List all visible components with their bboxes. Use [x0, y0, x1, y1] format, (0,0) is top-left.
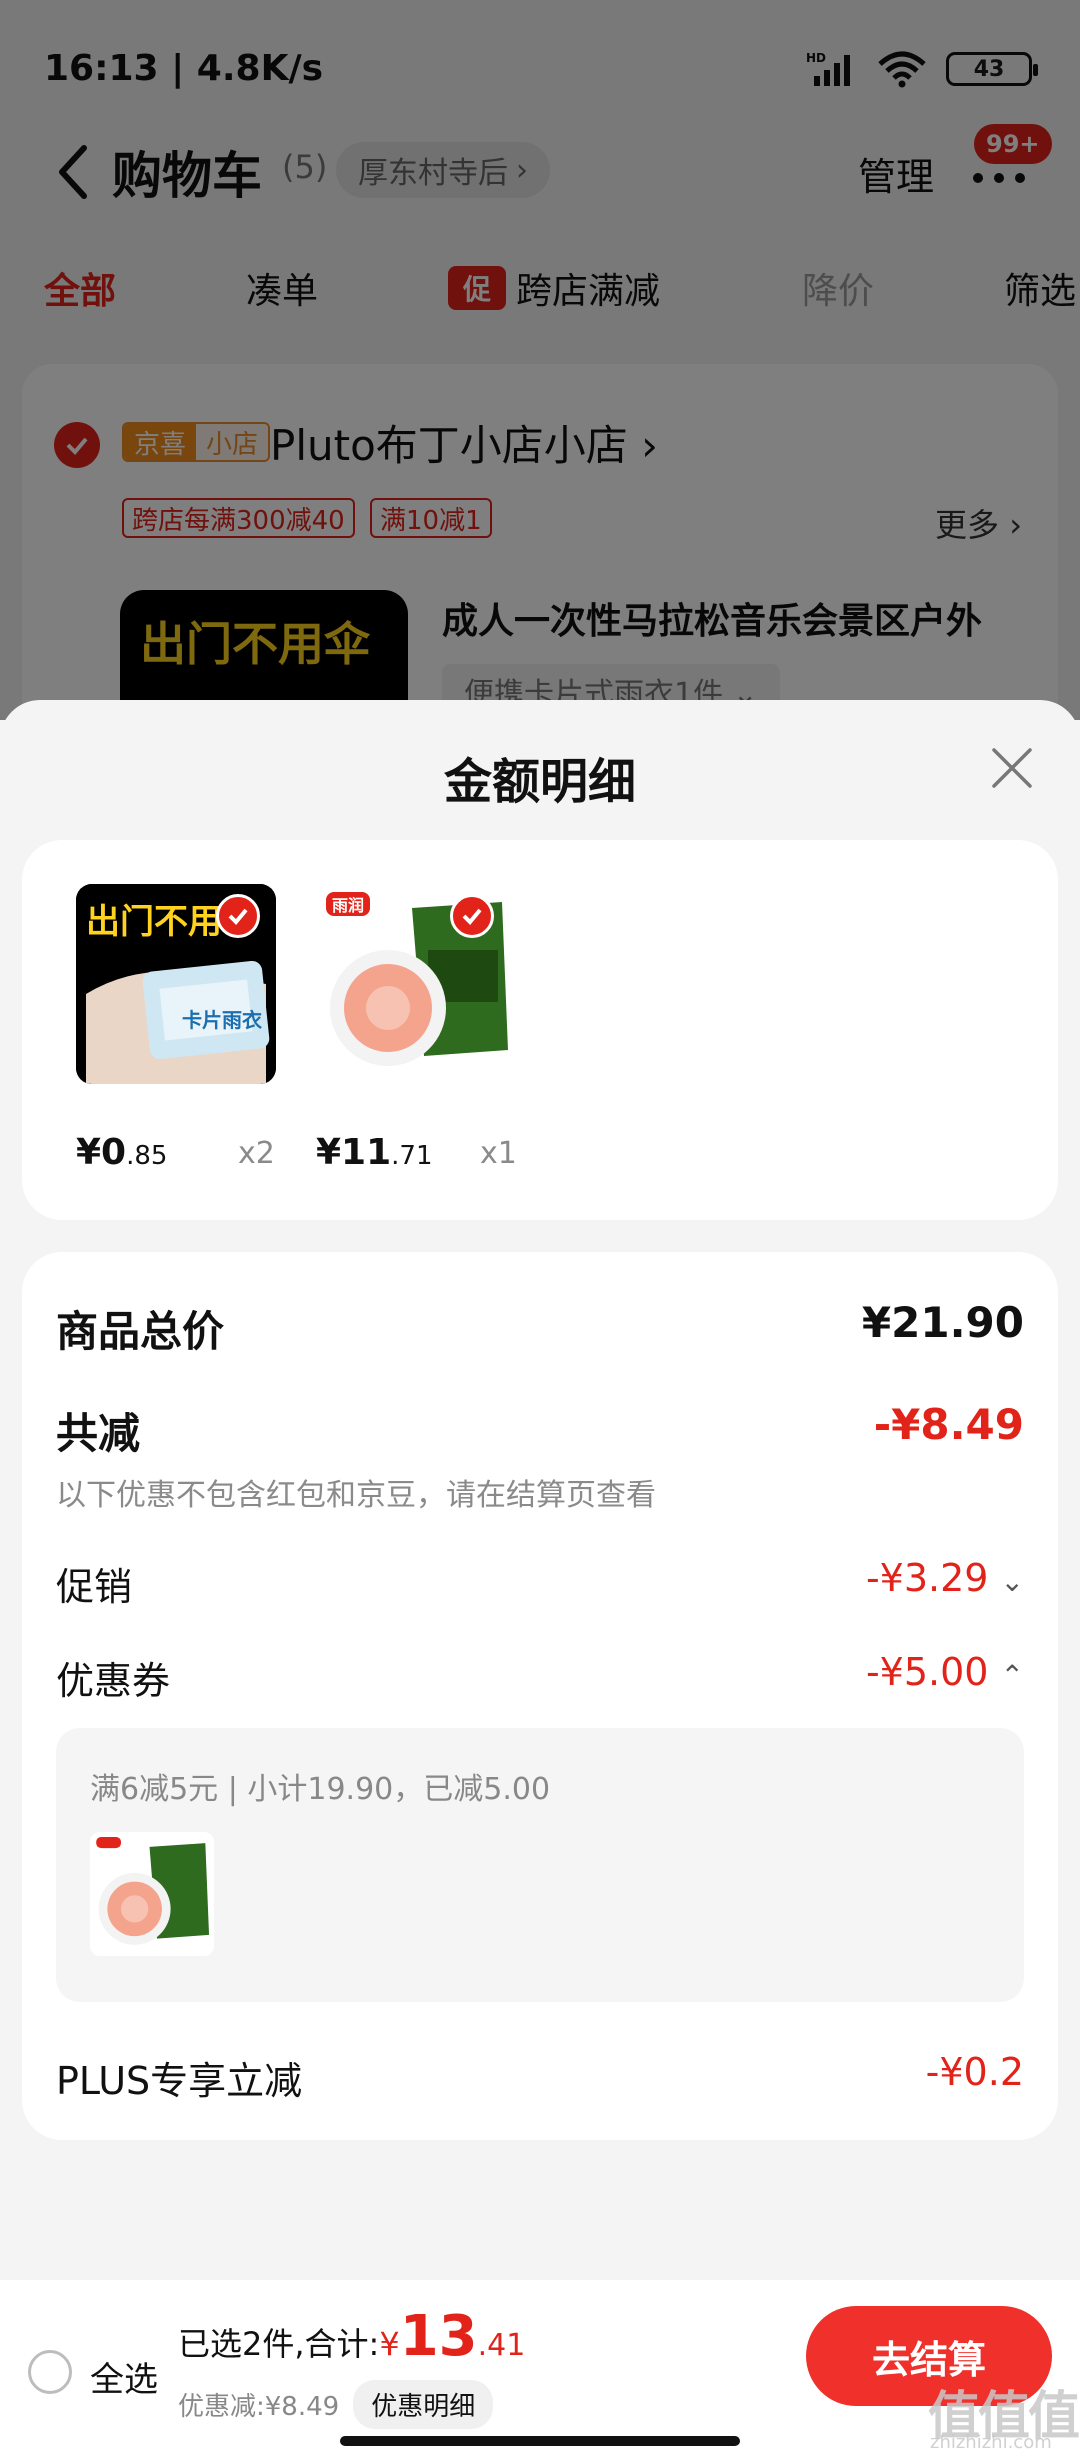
sum-currency: ¥: [379, 2325, 400, 2363]
item-qty: x1: [480, 1136, 517, 1171]
select-all-label[interactable]: 全选: [90, 2352, 158, 2401]
discount-line: 优惠减:¥8.49 优惠明细: [178, 2380, 494, 2429]
coupon-item-thumb[interactable]: [90, 1832, 214, 1956]
select-all-radio[interactable]: [28, 2350, 72, 2394]
promo-value: -¥3.29: [865, 1556, 989, 1600]
price-dec: .85: [126, 1141, 168, 1171]
discount-note: 以下优惠不包含红包和京豆，请在结算页查看: [56, 1478, 656, 1513]
home-indicator[interactable]: [340, 2436, 740, 2446]
coupon-label: 优惠券: [56, 1659, 171, 1703]
amount-detail-sheet: 金额明细 出门不用伞 卡片雨衣 ¥0.85 x2 雨润 ¥11.71 x1 商品…: [0, 700, 1080, 2460]
promo-row-toggle[interactable]: -¥3.29 ⌄: [866, 1556, 1024, 1600]
item-price: ¥0.85: [76, 1132, 167, 1173]
watermark-url: zhizhizhi.com: [930, 2432, 1052, 2453]
item-check-icon[interactable]: [450, 894, 494, 938]
total-summary: 已选2件,合计:¥13.41: [178, 2304, 525, 2369]
total-label: 商品总价: [56, 1307, 225, 1356]
discount-label: 共减: [56, 1409, 141, 1458]
discount-value: -¥8.49: [873, 1400, 1024, 1449]
discount-summary: 优惠减:¥8.49: [178, 2392, 340, 2422]
plus-label: PLUS专享立减: [56, 2059, 303, 2103]
item-qty: x2: [238, 1136, 275, 1171]
price-breakdown-card: 商品总价 ¥21.90 共减 -¥8.49 以下优惠不包含红包和京豆，请在结算页…: [22, 1252, 1058, 2140]
chevron-up-icon: ⌃: [1000, 1659, 1024, 1692]
discount-detail-button[interactable]: 优惠明细: [353, 2380, 494, 2429]
sheet-title: 金额明细: [443, 754, 636, 810]
coupon-detail-box: 满6减5元 | 小计19.90，已减5.00: [56, 1728, 1024, 2002]
close-icon[interactable]: [990, 746, 1034, 790]
coupon-row-toggle[interactable]: -¥5.00 ⌃: [866, 1650, 1024, 1694]
summary-prefix: 已选2件,合计:: [178, 2325, 380, 2363]
promo-label: 促销: [56, 1565, 133, 1609]
item-brand-text: 雨润: [326, 892, 371, 916]
sum-dec: .41: [477, 2328, 526, 2363]
total-value: ¥21.90: [861, 1298, 1024, 1347]
selected-items-card: 出门不用伞 卡片雨衣 ¥0.85 x2 雨润 ¥11.71 x1: [22, 840, 1058, 1220]
chevron-down-icon: ⌄: [1000, 1565, 1024, 1598]
coupon-value: -¥5.00: [865, 1650, 989, 1694]
price-int: ¥0: [76, 1132, 127, 1173]
price-dec: .71: [391, 1141, 433, 1171]
item-pack-text: 卡片雨衣: [182, 1008, 262, 1032]
item-check-icon[interactable]: [216, 894, 260, 938]
plus-value: -¥0.2: [925, 2050, 1024, 2094]
sum-int: 13: [399, 2304, 478, 2369]
price-int: ¥11: [316, 1132, 392, 1173]
coupon-detail-text: 满6减5元 | 小计19.90，已减5.00: [90, 1772, 551, 1807]
modal-scrim[interactable]: [0, 0, 1080, 720]
item-price: ¥11.71: [316, 1132, 433, 1173]
checkout-bar: 全选 已选2件,合计:¥13.41 优惠减:¥8.49 优惠明细 去结算: [0, 2280, 1080, 2460]
